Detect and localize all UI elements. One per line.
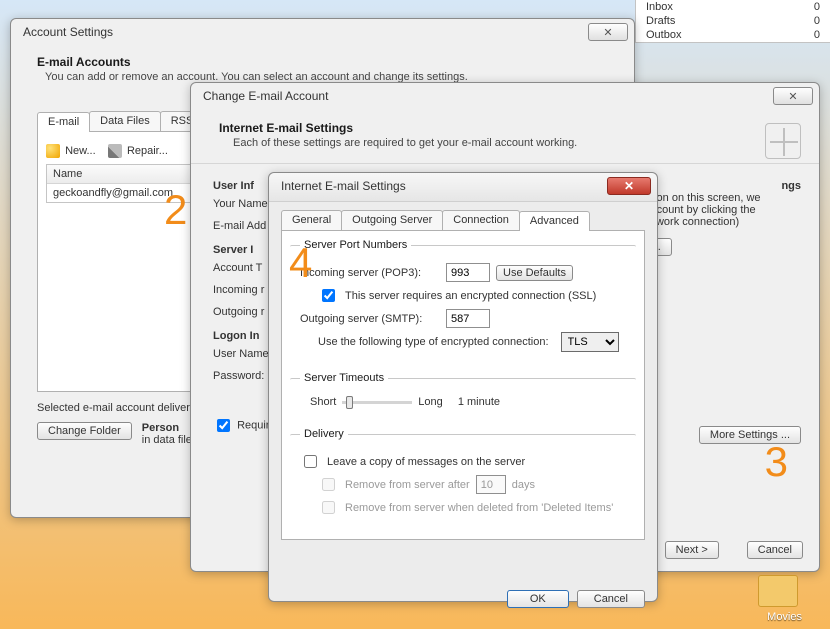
ok-button[interactable]: OK xyxy=(507,590,569,608)
folder-count: 0 xyxy=(814,29,820,41)
incoming-port-label: Incoming server (POP3): xyxy=(300,267,440,279)
settings-tabs: General Outgoing Server Connection Advan… xyxy=(281,210,645,231)
remove-after-days-input xyxy=(476,475,506,494)
remove-after-checkbox xyxy=(322,478,335,491)
next-button[interactable]: Next > xyxy=(665,541,719,559)
folder-name: Outbox xyxy=(646,29,681,41)
server-port-fieldset: Server Port Numbers Incoming server (POP… xyxy=(290,239,636,366)
folder-name: Inbox xyxy=(646,1,673,13)
server-port-legend: Server Port Numbers xyxy=(300,239,411,251)
close-button[interactable]: ✕ xyxy=(773,87,813,105)
folder-count: 0 xyxy=(814,15,820,27)
incoming-port-input[interactable] xyxy=(446,263,490,282)
timeouts-legend: Server Timeouts xyxy=(300,372,388,384)
remove-deleted-label: Remove from server when deleted from 'De… xyxy=(345,502,613,514)
cancel-button[interactable]: Cancel xyxy=(577,590,645,608)
tab-email[interactable]: E-mail xyxy=(37,112,90,132)
wizard-icon xyxy=(765,123,801,159)
mailbox-pane: Inbox 0 Drafts 0 Outbox 0 xyxy=(635,0,830,43)
personal-label: Person xyxy=(142,422,192,434)
leave-copy-label: Leave a copy of messages on the server xyxy=(327,456,525,468)
heading: E-mail Accounts xyxy=(37,55,618,69)
tab-connection[interactable]: Connection xyxy=(442,210,520,230)
subheading: Each of these settings are required to g… xyxy=(233,137,801,149)
folder-name: Drafts xyxy=(646,15,675,27)
remove-deleted-checkbox xyxy=(322,501,335,514)
days-label: days xyxy=(512,479,535,491)
new-button[interactable]: New... xyxy=(65,145,96,157)
outgoing-port-input[interactable] xyxy=(446,309,490,328)
folder-count: 0 xyxy=(814,1,820,13)
delivery-legend: Delivery xyxy=(300,428,348,440)
timeout-long-label: Long xyxy=(418,396,442,408)
repair-button[interactable]: Repair... xyxy=(127,145,168,157)
datafile-label: in data file xyxy=(142,434,192,446)
mailbox-row[interactable]: Inbox 0 xyxy=(636,0,830,14)
internet-email-settings-dialog: Internet E-mail Settings ✕ General Outgo… xyxy=(268,172,658,602)
ssl-checkbox[interactable] xyxy=(322,289,335,302)
new-icon xyxy=(46,144,60,158)
cancel-button[interactable]: Cancel xyxy=(747,541,803,559)
close-button[interactable]: ✕ xyxy=(607,177,651,195)
mailbox-row[interactable]: Drafts 0 xyxy=(636,14,830,28)
remove-after-label: Remove from server after xyxy=(345,479,470,491)
delivery-fieldset: Delivery Leave a copy of messages on the… xyxy=(290,428,636,531)
window-title: Account Settings xyxy=(23,25,113,39)
enc-type-label: Use the following type of encrypted conn… xyxy=(318,336,549,348)
timeout-short-label: Short xyxy=(310,396,336,408)
tab-general[interactable]: General xyxy=(281,210,342,230)
use-defaults-button[interactable]: Use Defaults xyxy=(496,265,573,281)
heading: Internet E-mail Settings xyxy=(219,121,801,135)
enc-type-select[interactable]: TLS xyxy=(561,332,619,352)
outgoing-port-label: Outgoing server (SMTP): xyxy=(300,313,440,325)
tab-outgoing-server[interactable]: Outgoing Server xyxy=(341,210,443,230)
timeout-value: 1 minute xyxy=(458,396,500,408)
window-title: Change E-mail Account xyxy=(203,89,328,103)
repair-icon xyxy=(108,144,122,158)
change-folder-button[interactable]: Change Folder xyxy=(37,422,132,440)
movies-folder-label: Movies xyxy=(767,611,802,623)
dialog-title: Internet E-mail Settings xyxy=(281,179,406,193)
tab-advanced[interactable]: Advanced xyxy=(519,211,590,231)
leave-copy-checkbox[interactable] xyxy=(304,455,317,468)
timeouts-fieldset: Server Timeouts Short Long 1 minute xyxy=(290,372,636,422)
tab-datafiles[interactable]: Data Files xyxy=(89,111,161,131)
movies-folder-icon[interactable] xyxy=(758,575,798,607)
timeout-slider[interactable] xyxy=(342,401,412,404)
mailbox-row[interactable]: Outbox 0 xyxy=(636,28,830,42)
ssl-label: This server requires an encrypted connec… xyxy=(345,290,596,302)
more-settings-button[interactable]: More Settings ... xyxy=(699,426,801,444)
require-checkbox[interactable] xyxy=(217,419,230,432)
close-button[interactable]: ✕ xyxy=(588,23,628,41)
